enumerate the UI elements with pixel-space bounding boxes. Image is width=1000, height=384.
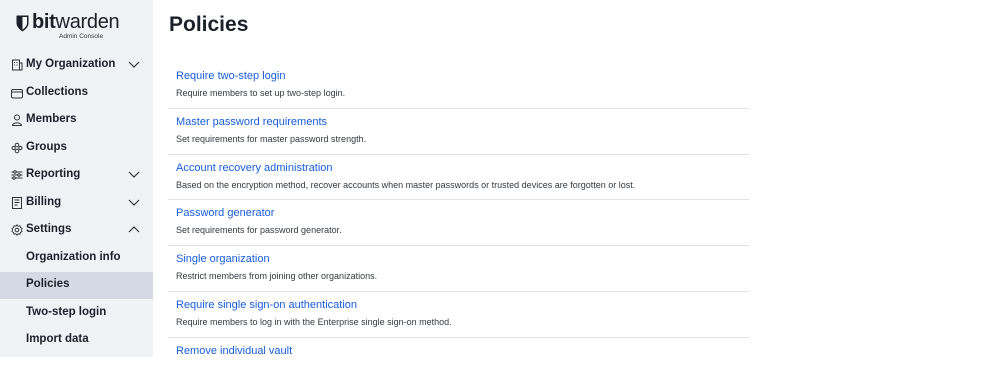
- brand-wordmark: bitwarden: [32, 11, 120, 33]
- sidebar-item-label: Reporting: [26, 168, 81, 180]
- sidebar-item-organization-info[interactable]: Organization info: [0, 245, 153, 272]
- sidebar-item-label: Settings: [26, 223, 72, 235]
- sidebar: bitwarden Admin Console My Organization …: [0, 0, 153, 357]
- policy-link[interactable]: Require two-step login: [176, 70, 285, 82]
- brand-subtitle: Admin Console: [59, 33, 104, 40]
- sidebar-item-groups[interactable]: Groups: [0, 135, 153, 162]
- policy-list: Require two-step login Require members t…: [168, 63, 749, 384]
- policy-row: Require single sign-on authentication Re…: [168, 292, 749, 338]
- sidebar-item-two-step-login[interactable]: Two-step login: [0, 300, 153, 327]
- chevron-down-icon[interactable]: [128, 60, 140, 69]
- policy-row: Single organization Restrict members fro…: [168, 246, 749, 292]
- policy-description: Based on the encryption method, recover …: [176, 179, 636, 190]
- main-content: Policies Require two-step login Require …: [153, 0, 1000, 369]
- gear-icon: [11, 224, 23, 236]
- shield-icon: [16, 15, 29, 32]
- sidebar-item-label: Two-step login: [26, 306, 107, 318]
- policy-link[interactable]: Password generator: [176, 207, 274, 219]
- sidebar-item-label: Billing: [26, 196, 62, 208]
- sidebar-item-label: Organization info: [26, 251, 121, 263]
- policy-description: Set requirements for master password str…: [176, 133, 367, 144]
- policy-description: Restrict members from joining other orga…: [176, 271, 378, 282]
- policy-row: Require two-step login Require members t…: [168, 63, 749, 109]
- policy-link[interactable]: Remove individual vault: [176, 345, 292, 357]
- chevron-down-icon[interactable]: [128, 198, 140, 207]
- policy-description: Require members to log in with the Enter…: [176, 316, 452, 327]
- policy-row: Remove individual vault: [168, 338, 749, 384]
- policy-link[interactable]: Single organization: [176, 253, 270, 265]
- policy-description: Require members to set up two-step login…: [176, 88, 346, 98]
- sidebar-item-billing[interactable]: Billing: [0, 190, 153, 217]
- sidebar-item-collections[interactable]: Collections: [0, 80, 153, 107]
- sidebar-item-label: Collections: [26, 86, 88, 98]
- members-icon: [11, 114, 23, 126]
- organization-icon: [12, 59, 23, 71]
- policy-description: Set requirements for password generator.: [176, 225, 342, 236]
- sidebar-item-members[interactable]: Members: [0, 107, 153, 134]
- sidebar-item-policies[interactable]: Policies: [0, 272, 153, 299]
- sidebar-item-my-organization[interactable]: My Organization: [0, 52, 153, 79]
- policy-row: Password generator Set requirements for …: [168, 200, 749, 247]
- sidebar-item-label: Groups: [26, 141, 67, 153]
- sidebar-item-label: Members: [26, 113, 77, 125]
- policy-link[interactable]: Account recovery administration: [176, 162, 333, 174]
- bitwarden-logo[interactable]: bitwarden Admin Console: [16, 11, 120, 43]
- billing-icon: [12, 197, 22, 209]
- chevron-up-icon[interactable]: [128, 225, 140, 234]
- sidebar-item-reporting[interactable]: Reporting: [0, 162, 153, 189]
- policy-row: Account recovery administration Based on…: [168, 155, 749, 201]
- sidebar-item-label: Import data: [26, 333, 89, 345]
- policy-row: Master password requirements Set require…: [168, 109, 749, 155]
- chevron-down-icon[interactable]: [128, 170, 140, 179]
- page-title: Policies: [169, 13, 249, 36]
- policy-link[interactable]: Master password requirements: [176, 116, 327, 128]
- groups-icon: [11, 142, 23, 154]
- policy-link[interactable]: Require single sign-on authentication: [176, 299, 357, 311]
- sidebar-item-import-data[interactable]: Import data: [0, 327, 153, 354]
- collections-icon: [11, 89, 23, 99]
- sidebar-item-settings[interactable]: Settings: [0, 217, 153, 244]
- reporting-icon: [11, 170, 23, 180]
- sidebar-item-label: Policies: [26, 278, 70, 290]
- sidebar-item-label: My Organization: [26, 58, 116, 70]
